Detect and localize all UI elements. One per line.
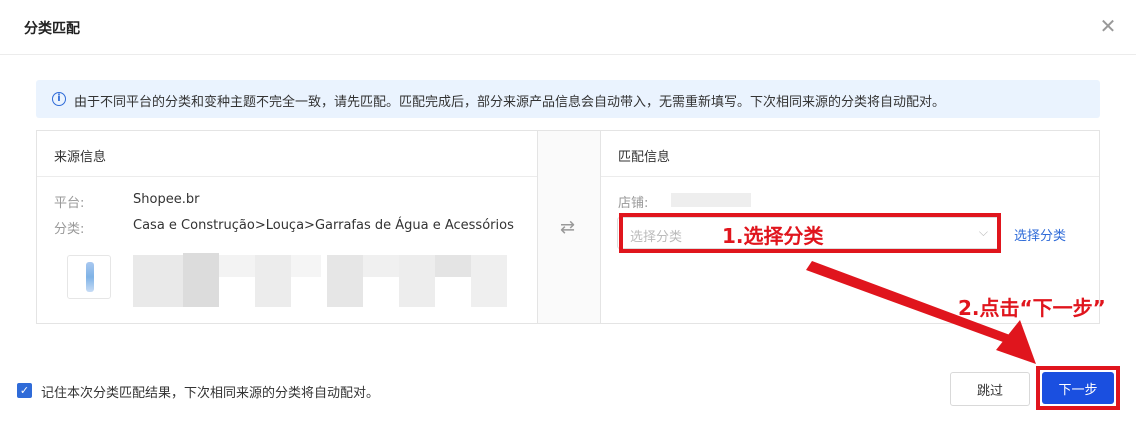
category-label: 分类: bbox=[54, 222, 85, 237]
step1-annotation: 1.选择分类 bbox=[722, 224, 824, 248]
info-icon: i bbox=[52, 92, 66, 106]
source-info-header: 来源信息 bbox=[37, 131, 537, 177]
close-icon[interactable]: ✕ bbox=[1098, 16, 1118, 36]
match-info-heading: 匹配信息 bbox=[618, 150, 671, 165]
platform-value: Shopee.br bbox=[133, 192, 200, 207]
source-info-heading: 来源信息 bbox=[54, 150, 107, 165]
swap-icon: ⇄ bbox=[560, 217, 576, 238]
info-notice: i 由于不同平台的分类和变种主题不完全一致，请先匹配。匹配完成后，部分来源产品信… bbox=[36, 80, 1100, 118]
source-info-column: 来源信息 平台: Shopee.br 分类: Casa e Construção… bbox=[37, 131, 537, 323]
shop-label: 店铺: bbox=[618, 196, 649, 211]
dialog-title: 分类匹配 bbox=[24, 21, 80, 37]
select-category-link[interactable]: 选择分类 bbox=[1014, 225, 1066, 244]
remember-checkbox[interactable]: ✓ bbox=[17, 383, 32, 398]
product-thumbnail bbox=[67, 255, 111, 299]
skip-button[interactable]: 跳过 bbox=[950, 372, 1030, 406]
next-step-button[interactable]: 下一步 bbox=[1042, 372, 1114, 404]
platform-label: 平台: bbox=[54, 196, 85, 211]
dialog-header: 分类匹配 ✕ bbox=[0, 0, 1136, 55]
step2-annotation: 2.点击“下一步” bbox=[958, 296, 1106, 320]
category-value: Casa e Construção>Louça>Garrafas de Água… bbox=[133, 218, 514, 233]
category-match-dialog: 分类匹配 ✕ i 由于不同平台的分类和变种主题不完全一致，请先匹配。匹配完成后，… bbox=[0, 0, 1136, 424]
notice-text: 由于不同平台的分类和变种主题不完全一致，请先匹配。匹配完成后，部分来源产品信息会… bbox=[74, 95, 946, 110]
swap-column: ⇄ bbox=[537, 131, 601, 323]
match-info-header: 匹配信息 bbox=[601, 131, 1099, 177]
blurred-shop-name bbox=[671, 193, 751, 207]
bottle-image bbox=[86, 262, 94, 292]
remember-text: 记住本次分类匹配结果，下次相同来源的分类将自动配对。 bbox=[41, 386, 380, 401]
